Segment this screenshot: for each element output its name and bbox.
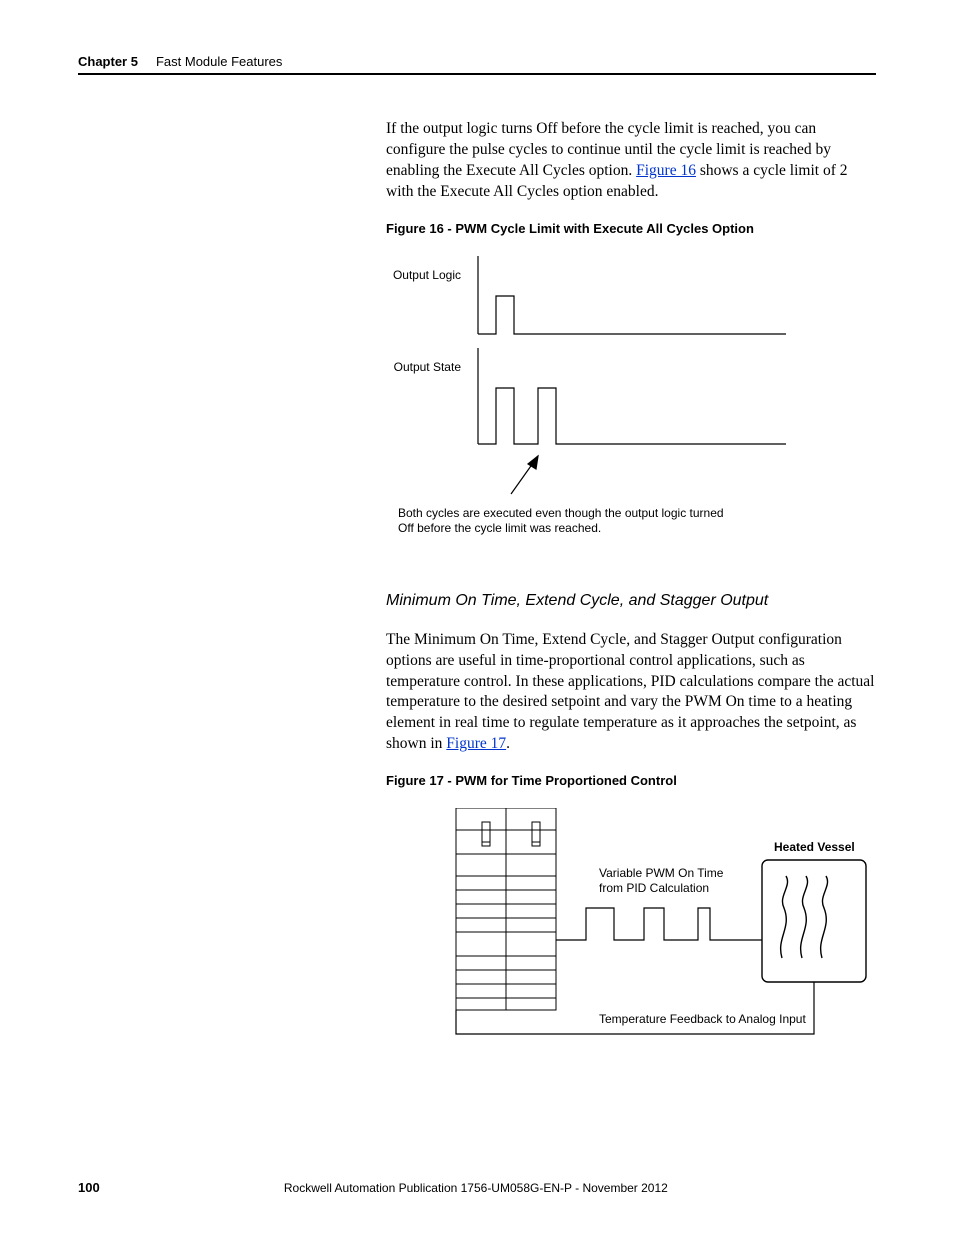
paragraph-1: If the output logic turns Off before the… — [386, 119, 878, 203]
figure17-caption: Figure 17 - PWM for Time Proportioned Co… — [386, 773, 878, 788]
figure16-link[interactable]: Figure 16 — [636, 162, 696, 179]
figure17-label-pwm-line1: Variable PWM On Time — [599, 866, 723, 880]
figure17-label-feedback: Temperature Feedback to Analog Input — [599, 1012, 806, 1026]
chapter-number: Chapter 5 — [78, 54, 138, 69]
p2-text-b: . — [506, 735, 510, 752]
figure16-diagram: Output Logic Output State — [386, 256, 878, 556]
chapter-title: Fast Module Features — [156, 54, 282, 69]
section-heading: Minimum On Time, Extend Cycle, and Stagg… — [386, 592, 878, 610]
figure17-link[interactable]: Figure 17 — [446, 735, 506, 752]
figure17-label-heated-vessel: Heated Vessel — [774, 840, 855, 854]
figure16-note: Both cycles are executed even though the… — [398, 506, 738, 537]
page-footer: 100 Rockwell Automation Publication 1756… — [78, 1180, 876, 1195]
figure17-diagram: Heated Vessel Variable PWM On Time from … — [426, 808, 878, 1068]
figure17-label-pwm-line2: from PID Calculation — [599, 881, 709, 895]
publication-info: Rockwell Automation Publication 1756-UM0… — [100, 1181, 852, 1195]
figure16-caption: Figure 16 - PWM Cycle Limit with Execute… — [386, 221, 878, 236]
figure16-label-output-state: Output State — [381, 360, 461, 374]
paragraph-2: The Minimum On Time, Extend Cycle, and S… — [386, 630, 878, 756]
page-number: 100 — [78, 1180, 100, 1195]
figure16-label-output-logic: Output Logic — [381, 268, 461, 282]
page-header: Chapter 5 Fast Module Features — [78, 54, 876, 75]
